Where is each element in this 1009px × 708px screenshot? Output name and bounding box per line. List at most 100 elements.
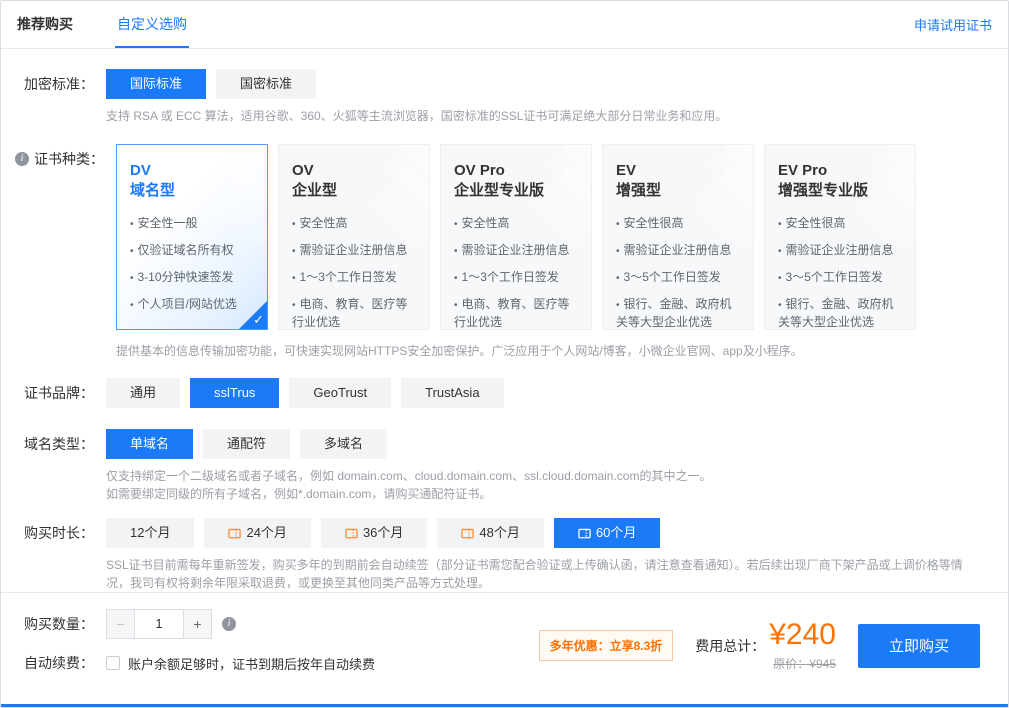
option-60-months[interactable]: 60个月 [554, 518, 660, 548]
card-ev-pro-feature: 需验证企业注册信息 [778, 242, 902, 260]
card-ov-feature: 1～3个工作日签发 [292, 269, 416, 287]
tab-custom[interactable]: 自定义选购 [115, 1, 189, 48]
option-national-standard[interactable]: 国密标准 [216, 69, 316, 99]
total-label: 费用总计： [695, 636, 765, 656]
card-ev-pro-feature: 安全性很高 [778, 215, 902, 233]
quantity-row: 购买数量： − 1 + i [15, 609, 539, 639]
encryption-options: 国际标准 国密标准 [106, 69, 994, 99]
discount-coupon-icon [228, 527, 241, 540]
card-ev-pro-feature: 银行、金融、政府机关等大型企业优选 [778, 296, 902, 330]
auto-renew-label: 自动续费： [15, 653, 106, 673]
option-12-months-text: 12个月 [130, 518, 170, 548]
card-ov-pro-feature: 电商、教育、医疗等行业优选 [454, 296, 578, 330]
purchase-footer: 购买数量： − 1 + i 自动续费： 账户余额足够时，证书到期后按年自动续费 … [1, 592, 1008, 692]
card-dv-feature: 3-10分钟快速签发 [130, 269, 254, 287]
domain-type-description: 仅支持绑定一个二级域名或者子域名，例如 domain.com、cloud.dom… [106, 467, 994, 503]
card-ov-name: 企业型 [292, 181, 416, 201]
discount-coupon-icon [345, 527, 358, 540]
encryption-description: 支持 RSA 或 ECC 算法，适用谷歌、360、火狐等主流浏览器，国密标准的S… [106, 107, 994, 125]
option-brand-geotrust[interactable]: GeoTrust [289, 378, 391, 408]
domain-type-description-line1: 仅支持绑定一个二级域名或者子域名，例如 domain.com、cloud.dom… [106, 467, 994, 485]
domain-type-description-line2: 如需要绑定同级的所有子域名，例如*.domain.com，请购买通配符证书。 [106, 485, 994, 503]
card-ov-pro-feature: 需验证企业注册信息 [454, 242, 578, 260]
quantity-plus-button[interactable]: + [184, 610, 211, 638]
card-ev-pro[interactable]: EV Pro 增强型专业版 安全性很高 需验证企业注册信息 3～5个工作日签发 … [764, 144, 916, 330]
auto-renew-checkbox[interactable] [106, 656, 120, 670]
card-ev-name: 增强型 [616, 181, 740, 201]
card-ev-pro-feature: 3～5个工作日签发 [778, 269, 902, 287]
duration-description: SSL证书目前需每年重新签发，购买多年的到期前会自动续签（部分证书需您配合验证或… [106, 556, 966, 592]
quantity-value[interactable]: 1 [134, 610, 184, 638]
encryption-standard-label: 加密标准： [15, 69, 106, 99]
cert-type-cards: DV 域名型 安全性一般 仅验证域名所有权 3-10分钟快速签发 个人项目/网站… [116, 144, 994, 330]
duration-row: 购买时长： 12个月 24个月 36个月 [15, 518, 994, 592]
option-12-months[interactable]: 12个月 [106, 518, 194, 548]
purchase-form: 加密标准： 国际标准 国密标准 支持 RSA 或 ECC 算法，适用谷歌、360… [1, 49, 1008, 592]
card-dv-code: DV [130, 161, 254, 181]
card-ev-code: EV [616, 161, 740, 181]
original-price: 原价：¥945 [773, 655, 836, 672]
domain-type-options: 单域名 通配符 多域名 [106, 429, 994, 459]
tab-bar: 推荐购买 自定义选购 申请试用证书 [1, 1, 1008, 49]
card-dv-name: 域名型 [130, 181, 254, 201]
cert-type-description: 提供基本的信息传输加密功能，可快速实现网站HTTPS安全加密保护。广泛应用于个人… [116, 342, 994, 360]
duration-options: 12个月 24个月 36个月 48个月 [106, 518, 994, 548]
card-dv-feature: 仅验证域名所有权 [130, 242, 254, 260]
option-48-months[interactable]: 48个月 [437, 518, 543, 548]
card-ev-pro-name: 增强型专业版 [778, 181, 902, 201]
card-dv-feature: 安全性一般 [130, 215, 254, 233]
option-24-months[interactable]: 24个月 [204, 518, 310, 548]
discount-coupon-icon [461, 527, 474, 540]
apply-trial-link[interactable]: 申请试用证书 [914, 15, 992, 34]
discount-coupon-icon [578, 527, 591, 540]
card-ov-pro-feature: 1～3个工作日签发 [454, 269, 578, 287]
card-ev-feature: 3～5个工作日签发 [616, 269, 740, 287]
card-ev-feature: 安全性很高 [616, 215, 740, 233]
quantity-minus-button[interactable]: − [107, 610, 134, 638]
card-ov-pro-code: OV Pro [454, 161, 578, 181]
brand-options: 通用 sslTrus GeoTrust TrustAsia [106, 378, 994, 408]
card-ov-pro[interactable]: OV Pro 企业型专业版 安全性高 需验证企业注册信息 1～3个工作日签发 电… [440, 144, 592, 330]
quantity-stepper: − 1 + [106, 609, 212, 639]
card-ev-pro-code: EV Pro [778, 161, 902, 181]
card-ov[interactable]: OV 企业型 安全性高 需验证企业注册信息 1～3个工作日签发 电商、教育、医疗… [278, 144, 430, 330]
option-24-months-text: 24个月 [246, 518, 286, 548]
brand-label: 证书品牌： [15, 378, 106, 408]
cert-type-row: i 证书种类： DV 域名型 安全性一般 仅验证域名所有权 3-10分钟快速签发… [15, 144, 994, 360]
card-ov-pro-feature: 安全性高 [454, 215, 578, 233]
bottom-accent-bar [1, 704, 1008, 707]
card-ev-feature: 需验证企业注册信息 [616, 242, 740, 260]
card-dv-feature: 个人项目/网站优选 [130, 296, 254, 314]
brand-row: 证书品牌： 通用 sslTrus GeoTrust TrustAsia [15, 378, 994, 408]
card-ev[interactable]: EV 增强型 安全性很高 需验证企业注册信息 3～5个工作日签发 银行、金融、政… [602, 144, 754, 330]
option-brand-trustasia[interactable]: TrustAsia [401, 378, 503, 408]
duration-label: 购买时长： [15, 518, 106, 548]
card-dv[interactable]: DV 域名型 安全性一般 仅验证域名所有权 3-10分钟快速签发 个人项目/网站… [116, 144, 268, 330]
auto-renew-text: 账户余额足够时，证书到期后按年自动续费 [128, 654, 375, 673]
auto-renew-row: 自动续费： 账户余额足够时，证书到期后按年自动续费 [15, 653, 539, 673]
option-international-standard[interactable]: 国际标准 [106, 69, 206, 99]
option-brand-ssltrus[interactable]: sslTrus [190, 378, 279, 408]
option-single-domain[interactable]: 单域名 [106, 429, 193, 459]
option-36-months-text: 36个月 [363, 518, 403, 548]
domain-type-label: 域名类型： [15, 429, 106, 459]
option-brand-generic[interactable]: 通用 [106, 378, 180, 408]
option-36-months[interactable]: 36个月 [321, 518, 427, 548]
price-summary: 多年优惠：立享8.3折 费用总计： ¥240 原价：¥945 立即购买 [539, 609, 980, 672]
domain-type-row: 域名类型： 单域名 通配符 多域名 仅支持绑定一个二级域名或者子域名，例如 do… [15, 429, 994, 503]
card-ov-pro-name: 企业型专业版 [454, 181, 578, 201]
card-ev-feature: 银行、金融、政府机关等大型企业优选 [616, 296, 740, 330]
option-48-months-text: 48个月 [479, 518, 519, 548]
quantity-info-icon[interactable]: i [222, 617, 236, 631]
option-multi-domain[interactable]: 多域名 [300, 429, 387, 459]
buy-now-button[interactable]: 立即购买 [858, 624, 980, 668]
tab-recommended[interactable]: 推荐购买 [15, 1, 75, 48]
cert-type-label-wrap: i 证书种类： [15, 144, 116, 174]
option-wildcard[interactable]: 通配符 [203, 429, 290, 459]
cert-type-label: 证书种类： [34, 144, 104, 174]
card-ov-code: OV [292, 161, 416, 181]
selected-check-icon: ✓ [253, 312, 264, 328]
encryption-standard-row: 加密标准： 国际标准 国密标准 支持 RSA 或 ECC 算法，适用谷歌、360… [15, 69, 994, 125]
info-icon[interactable]: i [15, 152, 29, 166]
discount-badge: 多年优惠：立享8.3折 [539, 630, 674, 661]
